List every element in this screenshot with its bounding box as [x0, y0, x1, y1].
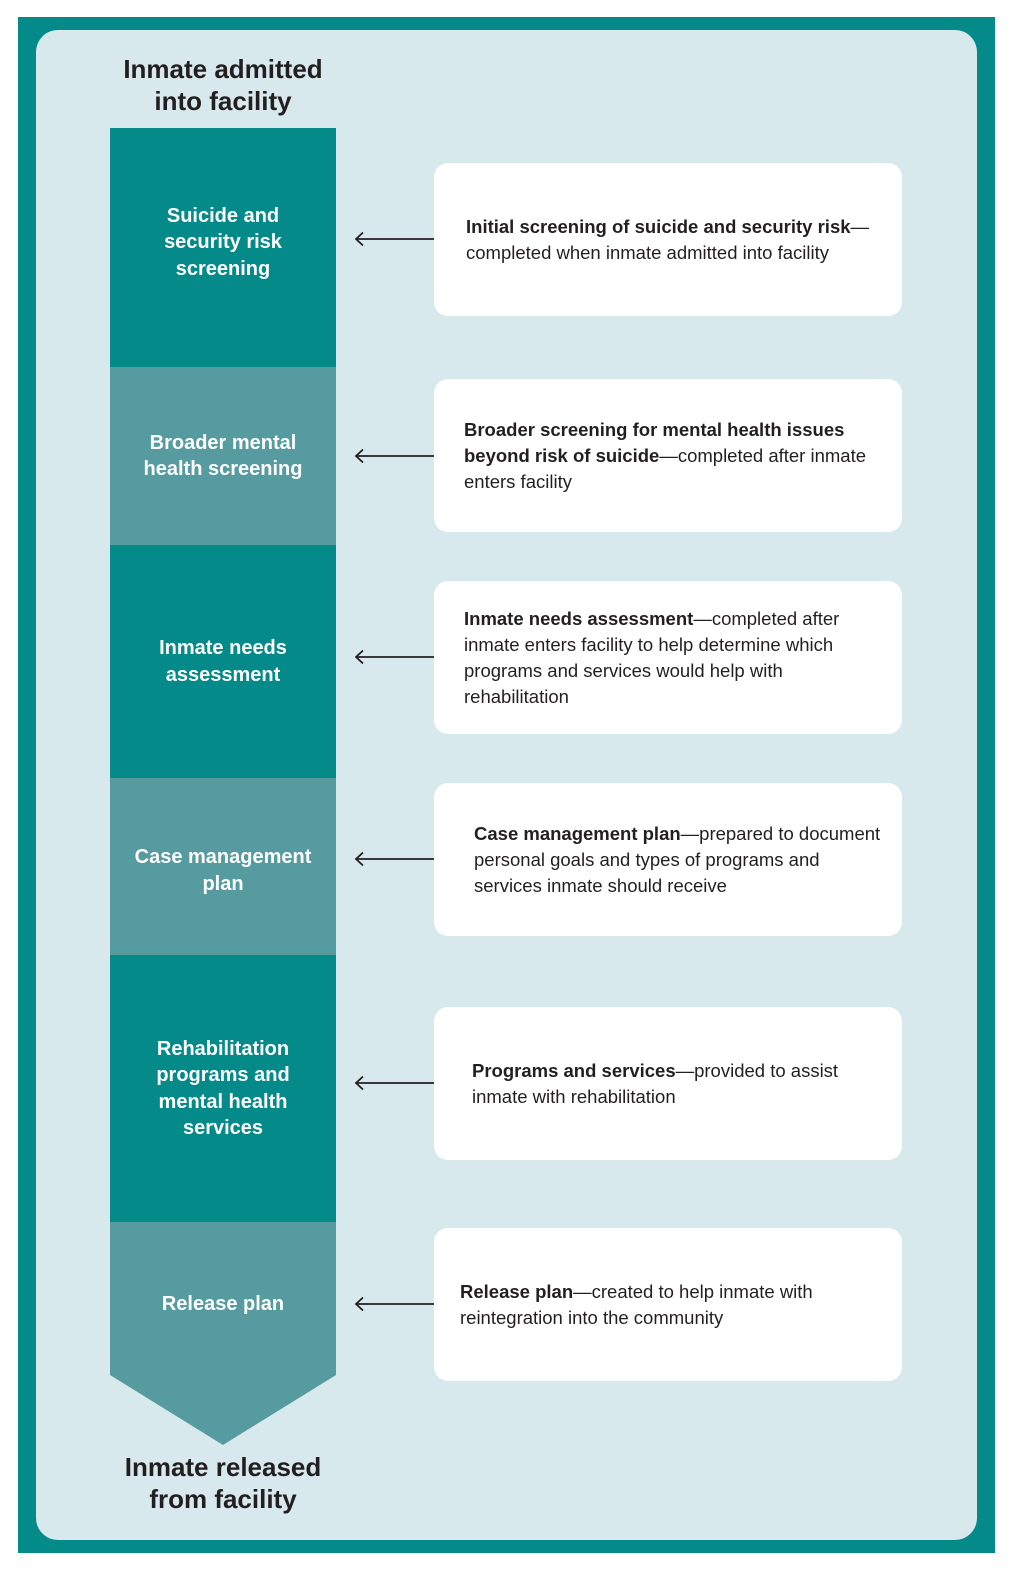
description-text: Broader screening for mental health issu…: [464, 417, 888, 495]
left-arrow-icon: [354, 1296, 434, 1312]
description-text: Case management plan—prepared to documen…: [474, 821, 882, 899]
step-label-case-management-plan: Case management plan: [134, 846, 312, 895]
start-label: Inmate admitted into facility: [123, 54, 323, 116]
step-label-rehabilitation-services: Rehabilitation programs and mental healt…: [156, 1037, 290, 1140]
left-arrow-icon: [354, 851, 434, 867]
left-arrow-icon: [354, 649, 434, 665]
description-text: Release plan—created to help inmate with…: [460, 1279, 842, 1331]
step-label-mental-health-screening: Broader mental health screening: [143, 431, 303, 481]
description-card-mental-health: Broader screening for mental health issu…: [434, 379, 902, 532]
description-title: Programs and services: [472, 1059, 676, 1081]
description-title: Release plan: [460, 1280, 574, 1302]
description-title: Initial screening of suicide and securit…: [466, 215, 851, 237]
end-label: Inmate released from facility: [124, 1452, 322, 1514]
left-arrow-icon: [354, 448, 434, 464]
description-title: Inmate needs assessment: [464, 607, 694, 629]
description-title: Case management plan: [474, 822, 681, 844]
description-text: Inmate needs assessment—completed after …: [464, 606, 858, 710]
left-arrow-icon: [354, 1075, 434, 1091]
description-card-release-plan: Release plan—created to help inmate with…: [434, 1228, 902, 1381]
process-column: Suicide and security risk screening Broa…: [110, 128, 336, 1448]
description-text: Initial screening of suicide and securit…: [466, 214, 872, 266]
description-card-programs-services: Programs and services—provided to assist…: [434, 1007, 902, 1160]
left-arrow-icon: [354, 231, 434, 247]
step-label-needs-assessment: Inmate needs assessment: [159, 637, 287, 686]
description-card-suicide-security: Initial screening of suicide and securit…: [434, 163, 902, 316]
step-label-suicide-security-screening: Suicide and security risk screening: [164, 204, 282, 280]
description-card-needs-assessment: Inmate needs assessment—completed after …: [434, 581, 902, 734]
description-card-case-management: Case management plan—prepared to documen…: [434, 783, 902, 936]
description-text: Programs and services—provided to assist…: [472, 1058, 862, 1110]
step-label-release-plan: Release plan: [161, 1293, 285, 1316]
